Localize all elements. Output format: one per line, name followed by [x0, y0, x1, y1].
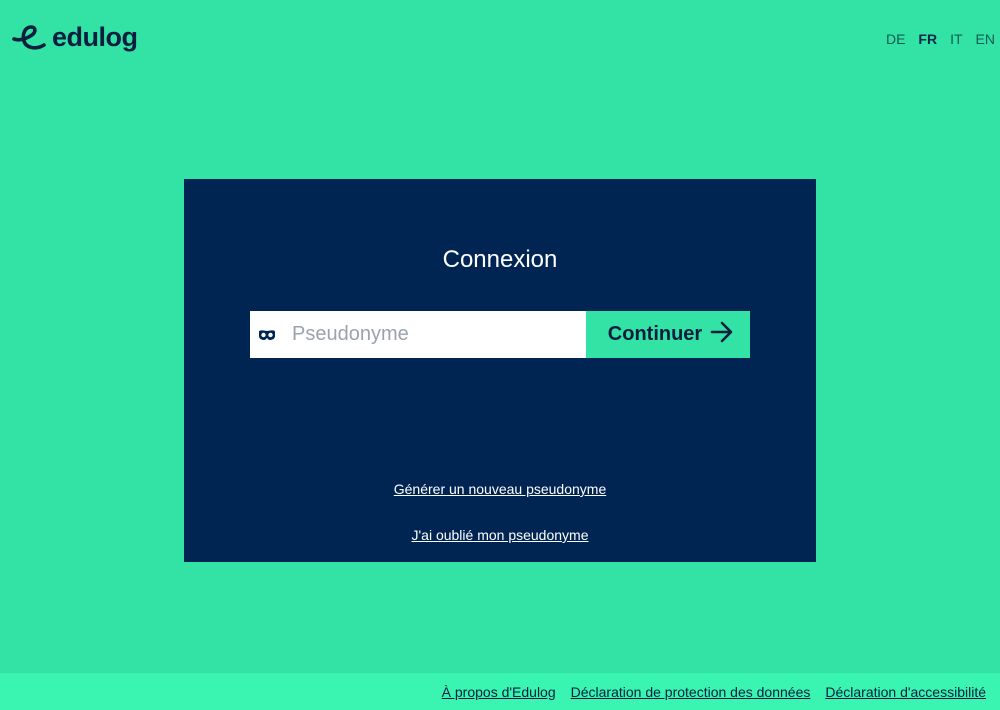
continue-label: Continuer — [607, 323, 703, 345]
pseudonym-field[interactable] — [250, 311, 586, 358]
login-form: Continuer — [250, 311, 750, 358]
footer-link-accessibility[interactable]: Déclaration d'accessibilité — [825, 684, 986, 700]
footer-link-about[interactable]: À propos d'Edulog — [442, 684, 556, 700]
footer-link-privacy[interactable]: Déclaration de protection des données — [571, 684, 811, 700]
login-card: Connexion Continuer — [184, 179, 816, 562]
generate-pseudonym-link[interactable]: Générer un nouveau pseudonyme — [184, 481, 816, 497]
lang-fr[interactable]: FR — [918, 31, 937, 47]
login-title: Connexion — [442, 246, 558, 273]
arrow-right-icon — [710, 321, 734, 348]
lang-it[interactable]: IT — [950, 31, 962, 47]
edulog-logo-icon — [12, 24, 50, 52]
mask-icon — [258, 328, 276, 342]
lang-de[interactable]: DE — [886, 31, 905, 47]
footer: À propos d'Edulog Déclaration de protect… — [0, 673, 1000, 710]
continue-button[interactable]: Continuer — [586, 311, 750, 358]
edulog-logo[interactable]: edulog — [12, 21, 138, 52]
pseudonym-input[interactable] — [292, 323, 562, 346]
logo-text: edulog — [52, 21, 138, 52]
forgot-pseudonym-link[interactable]: J'ai oublié mon pseudonyme — [184, 527, 816, 543]
login-page: edulog DE FR IT EN Connexion Continuer — [0, 0, 1000, 710]
language-switcher: DE FR IT EN — [886, 31, 995, 47]
lang-en[interactable]: EN — [976, 31, 995, 47]
